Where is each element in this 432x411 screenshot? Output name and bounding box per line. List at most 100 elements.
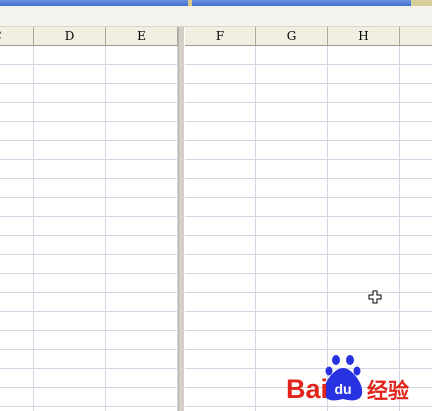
sheet-cell[interactable] (34, 179, 106, 198)
sheet-cell[interactable] (34, 274, 106, 293)
sheet-cell[interactable] (328, 179, 400, 198)
sheet-cell[interactable] (0, 312, 34, 331)
sheet-cell[interactable] (185, 103, 256, 122)
sheet-cell[interactable] (0, 331, 34, 350)
sheet-cell[interactable] (0, 84, 34, 103)
sheet-cell[interactable] (106, 141, 178, 160)
sheet-cell[interactable] (256, 46, 328, 65)
sheet-cell[interactable] (185, 350, 256, 369)
sheet-cell[interactable] (400, 46, 432, 65)
sheet-cell[interactable] (106, 65, 178, 84)
sheet-cell[interactable] (34, 160, 106, 179)
sheet-cell[interactable] (256, 65, 328, 84)
sheet-cell[interactable] (185, 388, 256, 407)
sheet-cell[interactable] (400, 65, 432, 84)
sheet-cell[interactable] (400, 122, 432, 141)
sheet-cell[interactable] (400, 103, 432, 122)
sheet-cell[interactable] (106, 46, 178, 65)
sheet-cell[interactable] (34, 255, 106, 274)
sheet-cell[interactable] (185, 141, 256, 160)
sheet-cell[interactable] (34, 122, 106, 141)
sheet-cell[interactable] (185, 407, 256, 411)
sheet-cell[interactable] (106, 407, 178, 411)
sheet-cell[interactable] (185, 293, 256, 312)
sheet-cell[interactable] (328, 217, 400, 236)
sheet-cell[interactable] (34, 236, 106, 255)
sheet-cell[interactable] (106, 274, 178, 293)
sheet-cell[interactable] (106, 84, 178, 103)
sheet-cell[interactable] (0, 46, 34, 65)
sheet-cell[interactable] (34, 350, 106, 369)
sheet-cell[interactable] (0, 179, 34, 198)
sheet-cell[interactable] (34, 407, 106, 411)
sheet-cell[interactable] (256, 141, 328, 160)
column-header[interactable]: D (34, 27, 106, 45)
sheet-cell[interactable] (106, 122, 178, 141)
sheet-cell[interactable] (0, 407, 34, 411)
sheet-cell[interactable] (256, 293, 328, 312)
sheet-cell[interactable] (106, 160, 178, 179)
sheet-cell[interactable] (328, 103, 400, 122)
sheet-cell[interactable] (328, 255, 400, 274)
sheet-cell[interactable] (34, 312, 106, 331)
sheet-cell[interactable] (106, 236, 178, 255)
column-header[interactable]: E (106, 27, 178, 45)
sheet-cell[interactable] (400, 198, 432, 217)
sheet-cell[interactable] (34, 46, 106, 65)
sheet-cell[interactable] (0, 388, 34, 407)
sheet-cell[interactable] (400, 179, 432, 198)
sheet-cell[interactable] (400, 236, 432, 255)
sheet-cell[interactable] (106, 350, 178, 369)
sheet-cell[interactable] (106, 312, 178, 331)
sheet-cell[interactable] (34, 103, 106, 122)
sheet-cell[interactable] (185, 274, 256, 293)
sheet-cell[interactable] (106, 369, 178, 388)
sheet-cell[interactable] (256, 217, 328, 236)
sheet-cell[interactable] (185, 84, 256, 103)
sheet-cell[interactable] (0, 103, 34, 122)
sheet-cell[interactable] (0, 141, 34, 160)
sheet-cell[interactable] (0, 160, 34, 179)
sheet-cell[interactable] (185, 122, 256, 141)
sheet-cell[interactable] (185, 160, 256, 179)
sheet-cell[interactable] (328, 160, 400, 179)
sheet-cell[interactable] (256, 331, 328, 350)
sheet-cell[interactable] (256, 312, 328, 331)
sheet-cell[interactable] (256, 236, 328, 255)
sheet-cell[interactable] (0, 369, 34, 388)
sheet-cell[interactable] (0, 350, 34, 369)
sheet-cell[interactable] (106, 179, 178, 198)
sheet-cell[interactable] (0, 236, 34, 255)
sheet-cell[interactable] (34, 65, 106, 84)
sheet-cell[interactable] (328, 84, 400, 103)
sheet-cell[interactable] (256, 122, 328, 141)
sheet-cell[interactable] (106, 293, 178, 312)
sheet-cell[interactable] (328, 293, 400, 312)
sheet-cell[interactable] (34, 293, 106, 312)
sheet-cell[interactable] (256, 179, 328, 198)
column-header[interactable]: C (0, 27, 34, 45)
sheet-cell[interactable] (400, 160, 432, 179)
left-sheet-pane[interactable]: CDE (0, 27, 178, 411)
sheet-cell[interactable] (328, 274, 400, 293)
sheet-cell[interactable] (256, 274, 328, 293)
sheet-cell[interactable] (256, 255, 328, 274)
sheet-cell[interactable] (185, 198, 256, 217)
sheet-cell[interactable] (328, 236, 400, 255)
sheet-cell[interactable] (328, 46, 400, 65)
sheet-cell[interactable] (256, 198, 328, 217)
sheet-cell[interactable] (400, 217, 432, 236)
column-header[interactable]: F (185, 27, 256, 45)
sheet-cell[interactable] (34, 388, 106, 407)
sheet-cell[interactable] (256, 160, 328, 179)
sheet-cell[interactable] (34, 198, 106, 217)
sheet-cell[interactable] (328, 198, 400, 217)
sheet-cell[interactable] (328, 312, 400, 331)
sheet-cell[interactable] (34, 217, 106, 236)
sheet-cell[interactable] (0, 274, 34, 293)
window-split-bar[interactable] (178, 27, 185, 411)
sheet-cell[interactable] (328, 141, 400, 160)
column-header[interactable]: G (256, 27, 328, 45)
sheet-cell[interactable] (185, 255, 256, 274)
sheet-cell[interactable] (34, 141, 106, 160)
